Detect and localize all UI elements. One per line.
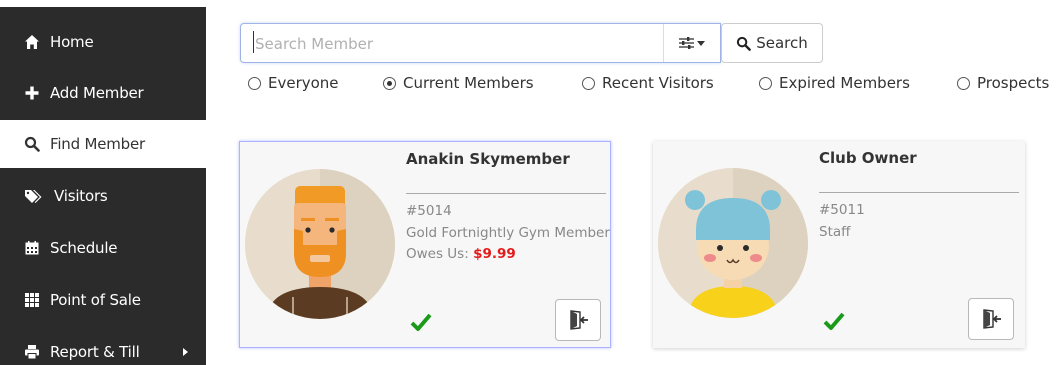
search-input[interactable] bbox=[255, 33, 635, 55]
divider bbox=[406, 193, 606, 194]
sidebar-item-label: Point of Sale bbox=[50, 291, 141, 309]
sidebar-item-find-member[interactable]: Find Member bbox=[0, 120, 206, 168]
owes-line: Owes Us: $9.99 bbox=[406, 246, 516, 262]
sliders-icon bbox=[679, 34, 694, 53]
radio-circle bbox=[248, 76, 261, 90]
owes-label: Owes Us: bbox=[406, 246, 469, 262]
printer-icon bbox=[23, 343, 41, 361]
door-enter-icon bbox=[570, 310, 588, 330]
home-icon bbox=[23, 33, 41, 51]
sidebar-item-label: Schedule bbox=[50, 239, 118, 257]
chevron-right-icon bbox=[183, 348, 188, 356]
member-id: #5014 bbox=[406, 203, 452, 219]
sidebar-item-home[interactable]: Home bbox=[0, 18, 206, 66]
member-name: Anakin Skymember bbox=[406, 150, 570, 168]
radio-circle bbox=[759, 76, 772, 90]
radio-circle-selected bbox=[383, 76, 396, 90]
sidebar-item-label: Visitors bbox=[54, 187, 108, 205]
membership-type: Gold Fortnightly Gym Member bbox=[406, 225, 610, 241]
search-box bbox=[240, 23, 721, 63]
calendar-icon bbox=[23, 239, 41, 257]
membership-type: Staff bbox=[819, 224, 851, 240]
owes-amount: $9.99 bbox=[473, 246, 516, 262]
sidebar-item-label: Home bbox=[50, 33, 94, 51]
sidebar-top-strip bbox=[0, 0, 206, 7]
radio-circle bbox=[957, 76, 970, 90]
member-name: Club Owner bbox=[819, 149, 917, 167]
radio-label: Current Members bbox=[403, 74, 534, 92]
avatar bbox=[658, 168, 808, 318]
filter-prospects-radio[interactable]: Prospects bbox=[957, 73, 1049, 93]
filter-expired-members-radio[interactable]: Expired Members bbox=[759, 73, 910, 93]
radio-label: Everyone bbox=[268, 74, 339, 92]
sidebar-item-add-member[interactable]: Add Member bbox=[0, 69, 206, 117]
sidebar-item-report-till[interactable]: Report & Till bbox=[0, 328, 206, 365]
radio-label: Prospects bbox=[977, 74, 1050, 92]
member-card[interactable]: Anakin Skymember #5014 Gold Fortnightly … bbox=[239, 141, 611, 348]
divider bbox=[819, 192, 1019, 193]
search-icon bbox=[737, 36, 752, 51]
filter-recent-visitors-radio[interactable]: Recent Visitors bbox=[582, 73, 714, 93]
sidebar-item-visitors[interactable]: Visitors bbox=[0, 172, 206, 220]
radio-label: Expired Members bbox=[779, 74, 910, 92]
plus-icon bbox=[23, 84, 41, 102]
text-cursor bbox=[253, 31, 254, 53]
tags-icon bbox=[23, 187, 45, 205]
door-enter-icon bbox=[983, 309, 1001, 329]
sidebar-item-label: Find Member bbox=[50, 135, 145, 153]
search-button-label: Search bbox=[756, 34, 808, 52]
member-id: #5011 bbox=[819, 202, 865, 218]
check-in-button[interactable] bbox=[968, 298, 1014, 340]
member-card[interactable]: Club Owner #5011 Staff bbox=[653, 141, 1025, 348]
sidebar-item-label: Add Member bbox=[50, 84, 144, 102]
check-icon bbox=[823, 312, 845, 330]
avatar bbox=[245, 169, 395, 319]
check-icon bbox=[410, 313, 432, 331]
check-in-button[interactable] bbox=[555, 299, 601, 341]
search-button[interactable]: Search bbox=[721, 23, 823, 63]
filter-current-members-radio[interactable]: Current Members bbox=[383, 73, 534, 93]
search-icon bbox=[23, 135, 41, 153]
radio-circle bbox=[582, 76, 595, 90]
radio-label: Recent Visitors bbox=[602, 74, 714, 92]
filter-everyone-radio[interactable]: Everyone bbox=[248, 73, 339, 93]
sidebar-item-label: Report & Till bbox=[50, 343, 140, 361]
grid-icon bbox=[23, 291, 41, 309]
caret-down-icon bbox=[697, 40, 705, 46]
sidebar-item-schedule[interactable]: Schedule bbox=[0, 224, 206, 272]
sidebar: Home Add Member Find Member Visitors Sch bbox=[0, 0, 206, 365]
filter-dropdown-button[interactable] bbox=[663, 24, 720, 62]
find-member-page: Home Add Member Find Member Visitors Sch bbox=[0, 0, 1057, 365]
sidebar-item-point-of-sale[interactable]: Point of Sale bbox=[0, 276, 206, 324]
